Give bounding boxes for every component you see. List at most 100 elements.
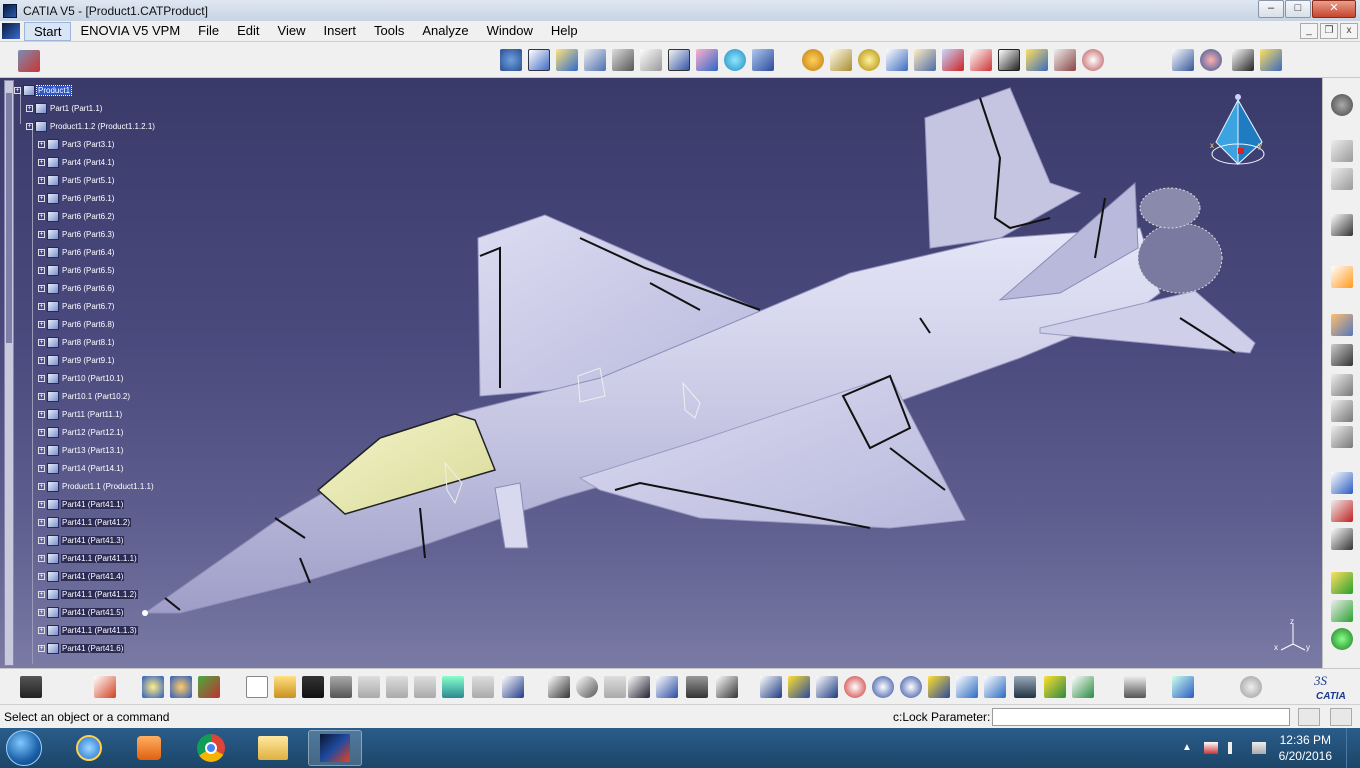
sectioning-icon[interactable]: [1172, 49, 1194, 71]
tree-node[interactable]: + Part6 (Part6.8): [38, 316, 115, 332]
design-mode-icon[interactable]: [170, 676, 192, 698]
fix-together-icon[interactable]: [1082, 49, 1104, 71]
tree-node[interactable]: + Product1: [14, 82, 73, 98]
hide-show-icon[interactable]: [1044, 676, 1066, 698]
save-management-icon[interactable]: [1331, 600, 1353, 622]
replace-component-icon[interactable]: [640, 49, 662, 71]
taskbar-catia[interactable]: [308, 730, 362, 766]
catalog-browser-icon[interactable]: [500, 49, 522, 71]
shading-icon[interactable]: [1014, 676, 1036, 698]
tree-expander-icon[interactable]: +: [38, 536, 45, 544]
tree-expander-icon[interactable]: +: [14, 86, 21, 94]
tree-expander-icon[interactable]: +: [38, 500, 45, 508]
command-input[interactable]: [992, 708, 1290, 726]
specification-tree[interactable]: + Product1 + Part1 (Part1.1) + Product1.1.2 (…: [0, 78, 250, 668]
menu-start[interactable]: Start: [24, 21, 72, 41]
tree-expander-icon[interactable]: +: [38, 554, 45, 562]
tray-expand-icon[interactable]: ▲: [1182, 742, 1192, 753]
gear-edit-icon[interactable]: [1331, 344, 1353, 366]
tree-node[interactable]: + Part6 (Part6.2): [38, 208, 115, 224]
generate-numbering-icon[interactable]: [696, 49, 718, 71]
tree-reorder-icon[interactable]: [1331, 314, 1353, 336]
camera-icon[interactable]: [20, 676, 42, 698]
tree-expander-icon[interactable]: +: [38, 140, 45, 148]
update-icon[interactable]: [1331, 572, 1353, 594]
global-update-icon[interactable]: [1331, 628, 1353, 650]
menu-tools[interactable]: Tools: [365, 21, 413, 41]
command-cancel-button[interactable]: [1330, 708, 1352, 726]
paste-icon[interactable]: [1331, 168, 1353, 190]
tree-node[interactable]: + Part10 (Part10.1): [38, 370, 124, 386]
tree-node[interactable]: + Part6 (Part6.4): [38, 244, 115, 260]
normal-view-icon[interactable]: [928, 676, 950, 698]
enhanced-scene-icon[interactable]: [1331, 500, 1353, 522]
link-icon[interactable]: [604, 676, 626, 698]
iso-view-icon[interactable]: [984, 676, 1006, 698]
taskbar-explorer[interactable]: [246, 730, 300, 766]
tree-expander-icon[interactable]: +: [26, 122, 33, 130]
tree-node[interactable]: + Product1.1.2 (Product1.1.2.1): [26, 118, 156, 134]
select-box-icon[interactable]: [94, 676, 116, 698]
open-folder-icon[interactable]: [274, 676, 296, 698]
fly-mode-icon[interactable]: [760, 676, 782, 698]
print-icon[interactable]: [330, 676, 352, 698]
taskbar-media-player[interactable]: [122, 730, 176, 766]
tree-node[interactable]: + Part10.1 (Part10.2): [38, 388, 131, 404]
lock-icon[interactable]: [686, 676, 708, 698]
menu-file[interactable]: File: [189, 21, 228, 41]
stop-manipulate-icon[interactable]: [914, 49, 936, 71]
multi-instantiation-icon[interactable]: [752, 49, 774, 71]
show-desktop-button[interactable]: [1346, 728, 1360, 768]
tree-node[interactable]: + Part5 (Part5.1): [38, 172, 115, 188]
tree-node[interactable]: + Part1 (Part1.1): [26, 100, 103, 116]
tree-expander-icon[interactable]: +: [38, 464, 45, 472]
tree-expander-icon[interactable]: +: [38, 320, 45, 328]
tree-node[interactable]: + Part6 (Part6.3): [38, 226, 115, 242]
tree-expander-icon[interactable]: +: [38, 266, 45, 274]
redo-icon[interactable]: [472, 676, 494, 698]
undo-icon[interactable]: [442, 676, 464, 698]
tree-expander-icon[interactable]: +: [38, 572, 45, 580]
tree-scrollbar[interactable]: [4, 80, 14, 666]
maximize-button[interactable]: □: [1285, 0, 1311, 18]
scene-icon[interactable]: [1331, 472, 1353, 494]
copy-icon[interactable]: [1331, 140, 1353, 162]
multi-view-icon[interactable]: [956, 676, 978, 698]
tree-node[interactable]: + Part4 (Part4.1): [38, 154, 115, 170]
tree-node[interactable]: + Part6 (Part6.6): [38, 280, 115, 296]
save-icon[interactable]: [302, 676, 324, 698]
tree-expander-icon[interactable]: +: [38, 518, 45, 526]
formula-icon[interactable]: [548, 676, 570, 698]
graph-tree-icon[interactable]: [668, 49, 690, 71]
tree-node[interactable]: + Part41.1 (Part41.1.3): [38, 622, 138, 638]
start-orb-icon[interactable]: [6, 730, 42, 766]
tree-node[interactable]: + Part3 (Part3.1): [38, 136, 115, 152]
command-ok-button[interactable]: [1298, 708, 1320, 726]
tree-node[interactable]: + Part11 (Part11.1): [38, 406, 123, 422]
taskbar-ie[interactable]: [62, 730, 116, 766]
cursor-icon[interactable]: [1331, 266, 1353, 288]
tree-node[interactable]: + Part41 (Part41.3): [38, 532, 125, 548]
visualization-mode-icon[interactable]: [198, 676, 220, 698]
tree-expander-icon[interactable]: +: [38, 392, 45, 400]
component-icon[interactable]: [142, 676, 164, 698]
tree-node[interactable]: + Part41 (Part41.6): [38, 640, 125, 656]
pan-icon[interactable]: [816, 676, 838, 698]
tree-expander-icon[interactable]: +: [38, 230, 45, 238]
tree-expander-icon[interactable]: +: [38, 158, 45, 166]
zoom-in-icon[interactable]: [872, 676, 894, 698]
measure-icon[interactable]: [1260, 49, 1282, 71]
select-icon[interactable]: [1331, 214, 1353, 236]
menu-help[interactable]: Help: [542, 21, 587, 41]
tree-expander-icon[interactable]: +: [26, 104, 33, 112]
system-clock[interactable]: 12:36 PM 6/20/2016: [1279, 732, 1332, 764]
tree-node[interactable]: + Part41 (Part41.1): [38, 496, 125, 512]
copy-doc-icon[interactable]: [386, 676, 408, 698]
contact-constraint-icon[interactable]: [970, 49, 992, 71]
tree-node[interactable]: + Part41.1 (Part41.2): [38, 514, 132, 530]
tree-node[interactable]: + Part14 (Part14.1): [38, 460, 124, 476]
tree-expander-icon[interactable]: +: [38, 608, 45, 616]
tree-expander-icon[interactable]: +: [38, 410, 45, 418]
doc-restore-button[interactable]: ❐: [1320, 23, 1338, 39]
menu-insert[interactable]: Insert: [314, 21, 365, 41]
